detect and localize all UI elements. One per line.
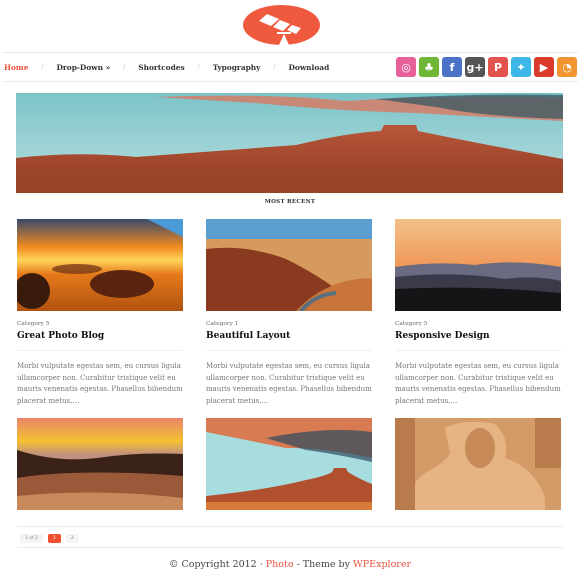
pinterest-icon[interactable]: P — [488, 57, 508, 77]
footer-theme-text: - Theme by — [293, 559, 354, 570]
evernote-icon[interactable]: ♣ — [419, 57, 439, 77]
nav-item-typography[interactable]: Typography — [213, 63, 261, 72]
main-nav: Home / Drop-Down » / Shortcodes / Typogr… — [4, 61, 329, 73]
post-title[interactable]: Beautiful Layout — [206, 331, 372, 341]
hero-image[interactable] — [16, 93, 563, 193]
pagination-summary: 1 of 2 — [20, 534, 43, 543]
header-divider-bottom — [2, 81, 578, 82]
rss-icon[interactable]: ◔ — [557, 57, 577, 77]
post-excerpt: Morbi vulputate egestas sem, eu cursus l… — [17, 362, 183, 405]
post-category[interactable]: Category 1 — [206, 321, 372, 327]
post-card: Category 5 Responsive Design Morbi vulpu… — [395, 219, 561, 407]
nav-separator: / — [41, 63, 44, 71]
post-thumbnail-desert-butte[interactable] — [206, 418, 372, 510]
post-title[interactable]: Responsive Design — [395, 331, 561, 341]
footer: © Copyright 2012 · Photo - Theme by WPEx… — [0, 559, 580, 570]
post-title[interactable]: Great Photo Blog — [17, 331, 183, 341]
post-thumbnail-beach-sunset[interactable] — [17, 219, 183, 311]
nav-item-download[interactable]: Download — [288, 63, 329, 72]
site-logo[interactable] — [243, 5, 320, 45]
nav-separator: / — [123, 63, 126, 71]
nav-item-shortcodes[interactable]: Shortcodes — [138, 63, 184, 72]
twitter-icon[interactable]: ✦ — [511, 57, 531, 77]
youtube-icon[interactable]: ▶ — [534, 57, 554, 77]
post-category[interactable]: Category 5 — [395, 321, 561, 327]
pagination-divider-top — [17, 526, 563, 527]
post-divider — [206, 350, 372, 351]
nav-separator: / — [273, 63, 276, 71]
pagination-page-next[interactable]: 2 — [65, 534, 79, 543]
nav-item-home[interactable]: Home — [4, 63, 28, 72]
post-card: Category 1 Beautiful Layout Morbi vulput… — [206, 219, 372, 407]
footer-site-link[interactable]: Photo — [266, 559, 294, 570]
nav-item-drop-down[interactable]: Drop-Down » — [56, 63, 110, 72]
footer-author-link[interactable]: WPExplorer — [353, 559, 411, 570]
google-plus-icon[interactable]: g+ — [465, 57, 485, 77]
post-divider — [17, 350, 183, 351]
section-title-most-recent: MOST RECENT — [264, 199, 316, 205]
post-category[interactable]: Category 5 — [17, 321, 183, 327]
post-thumbnail-mountain-sunset[interactable] — [395, 219, 561, 311]
post-thumbnail-desert-dusk[interactable] — [17, 418, 183, 510]
post-thumbnail-canyon[interactable] — [206, 219, 372, 311]
post-card: Category 5 Great Photo Blog Morbi vulput… — [17, 219, 183, 407]
post-divider — [395, 350, 561, 351]
post-excerpt: Morbi vulputate egestas sem, eu cursus l… — [206, 362, 372, 405]
social-icons: ◎ ♣ f g+ P ✦ ▶ ◔ — [396, 57, 577, 77]
dribbble-icon[interactable]: ◎ — [396, 57, 416, 77]
post-excerpt: Morbi vulputate egestas sem, eu cursus l… — [395, 362, 561, 405]
facebook-icon[interactable]: f — [442, 57, 462, 77]
header-divider-top — [2, 52, 578, 53]
post-thumbnail-pharaoh-statue[interactable] — [395, 418, 561, 510]
nav-separator: / — [197, 63, 200, 71]
pagination-divider-bottom — [17, 547, 563, 548]
pagination-page-current[interactable]: 1 — [47, 534, 61, 543]
pagination: 1 of 2 1 2 — [20, 534, 79, 543]
footer-copyright: © Copyright 2012 · — [168, 559, 266, 570]
